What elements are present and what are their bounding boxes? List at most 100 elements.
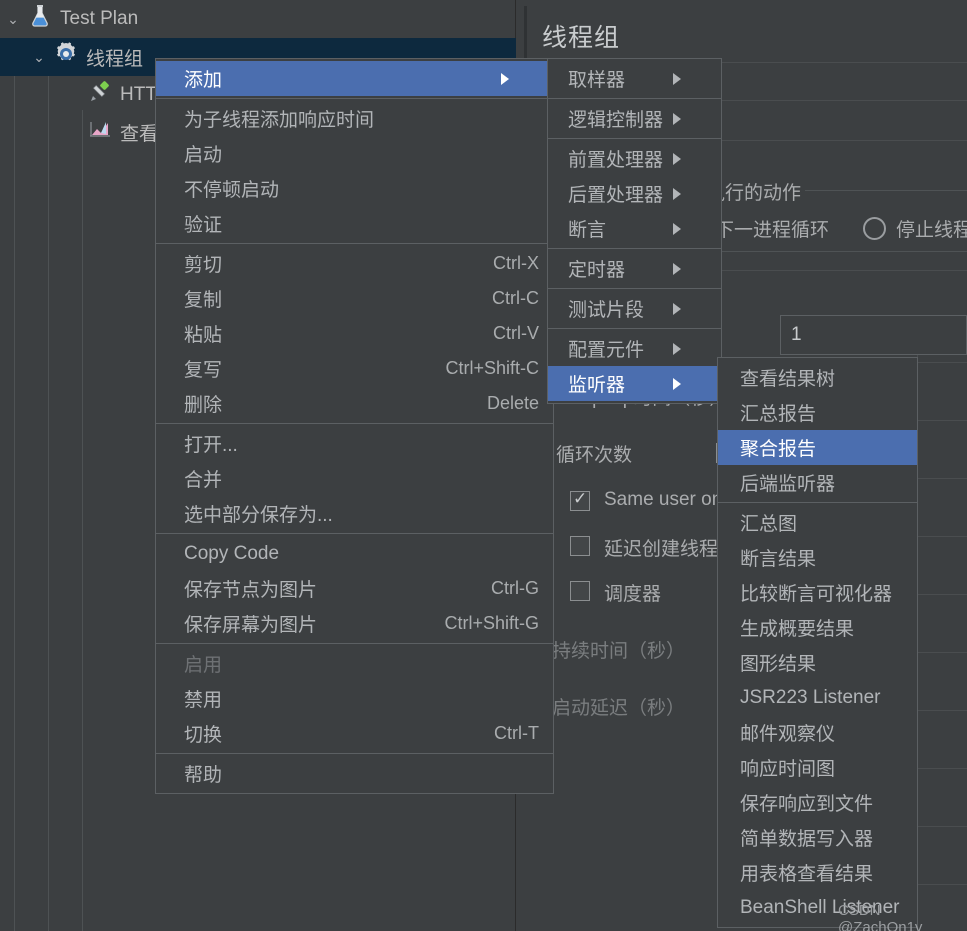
context-menu-thread-group[interactable]: 添加 为子线程添加响应时间 启动 不停顿启动 验证 剪切 Ctrl-X 复制 Ctrl-C 粘贴 C… [155,58,554,794]
menu-item-item[interactable]: 添加 [156,61,553,96]
menu-item-item[interactable]: 为子线程添加响应时间 [156,101,553,136]
flask-icon [26,4,54,34]
tree-guide-line [82,110,83,931]
menu-item-shortcut: Ctrl-T [494,723,539,743]
submenu-listener-item-item[interactable]: 保存响应到文件 [718,785,917,820]
submenu-add-item-item[interactable]: 断言 [548,211,721,246]
submenu-listener-item-item[interactable]: 用表格查看结果 [718,855,917,890]
menu-item-item[interactable]: 保存屏幕为图片 Ctrl+Shift-G [156,606,553,641]
tree-node-label: Test Plan [60,8,139,29]
menu-item-label: 保存节点为图片 [184,580,318,601]
loop-count-input[interactable]: 1 [780,315,967,355]
menu-item-shortcut: Ctrl+Shift-G [444,613,539,633]
menu-item-label: 复写 [184,360,223,381]
menu-item-item[interactable]: 保存节点为图片 Ctrl-G [156,571,553,606]
radio-stop-thread[interactable] [863,217,886,240]
menu-separator [156,423,553,424]
submenu-add-item-item[interactable]: 测试片段 [548,291,721,326]
menu-item-label: 响应时间图 [740,759,836,780]
menu-item-copy-code[interactable]: Copy Code [156,536,553,571]
submenu-add-item-item[interactable]: 定时器 [548,251,721,286]
tree-node-test-plan[interactable]: ⌄ Test Plan [0,0,515,38]
submenu-add-item-item[interactable]: 逻辑控制器 [548,101,721,136]
menu-item-item[interactable]: 切换 Ctrl-T [156,716,553,751]
submenu-listener-item-item[interactable]: 简单数据写入器 [718,820,917,855]
menu-item-item[interactable]: 复写 Ctrl+Shift-C [156,351,553,386]
submenu-listener-item-item[interactable]: 汇总报告 [718,395,917,430]
menu-item-item[interactable]: 选中部分保存为... [156,496,553,531]
menu-item-label: 聚合报告 [740,439,817,460]
menu-item-item[interactable]: 验证 [156,206,553,241]
menu-separator [156,643,553,644]
menu-item-label: 保存屏幕为图片 [184,615,318,636]
menu-item-item[interactable]: 剪切 Ctrl-X [156,246,553,281]
menu-item-label: 断言 [568,220,607,241]
submenu-listener-item-item[interactable]: 图形结果 [718,645,917,680]
app-window: ⌄ Test Plan ⌄ 线程组 HTTP 查看 线程组 执行的动作 动下一进… [0,0,967,931]
submenu-listener-item-item[interactable]: 比较断言可视化器 [718,575,917,610]
menu-item-label: 后端监听器 [740,474,836,495]
panel-divider [918,768,967,769]
panel-divider [918,362,967,363]
menu-item-item[interactable]: 打开... [156,426,553,461]
menu-separator [548,328,721,329]
submenu-add[interactable]: 取样器逻辑控制器前置处理器后置处理器断言定时器测试片段配置元件监听器 [547,58,722,404]
menu-item-label: 粘贴 [184,325,223,346]
menu-item-label: 合并 [184,470,223,491]
page-title: 线程组 [542,24,621,52]
submenu-add-item-item[interactable]: 配置元件 [548,331,721,366]
menu-item-label: 监听器 [568,375,626,396]
menu-item-label: 前置处理器 [568,150,664,171]
menu-item-label: 图形结果 [740,654,817,675]
menu-item-item[interactable]: 启动 [156,136,553,171]
chevron-down-icon[interactable]: ⌄ [26,49,52,66]
chevron-right-icon [673,72,711,85]
menu-item-label: 为子线程添加响应时间 [184,110,375,131]
submenu-add-item-item[interactable]: 后置处理器 [548,176,721,211]
menu-item-label: 断言结果 [740,549,817,570]
menu-item-label: 比较断言可视化器 [740,584,893,605]
startup-delay-label: 启动延迟（秒） [552,698,686,719]
same-user-label: Same user on [604,489,723,510]
menu-item-item[interactable]: 禁用 [156,681,553,716]
submenu-listener-item-jsr223-listener[interactable]: JSR223 Listener [718,680,917,715]
menu-item-item[interactable]: 帮助 [156,756,553,791]
submenu-listener-item-item[interactable]: 邮件观察仪 [718,715,917,750]
scheduler-checkbox[interactable] [570,581,590,601]
submenu-listener-item-item[interactable]: 断言结果 [718,540,917,575]
menu-item-label: 查看结果树 [740,369,836,390]
tree-guide-line [48,76,49,931]
submenu-listener-item-item[interactable]: 响应时间图 [718,750,917,785]
submenu-listener-item-item[interactable]: 汇总图 [718,505,917,540]
menu-item-item[interactable]: 粘贴 Ctrl-V [156,316,553,351]
menu-item-item[interactable]: 合并 [156,461,553,496]
submenu-add-item-item[interactable]: 前置处理器 [548,141,721,176]
menu-item-item[interactable]: 复制 Ctrl-C [156,281,553,316]
menu-item-label: 删除 [184,395,223,416]
submenu-listener-item-item[interactable]: 后端监听器 [718,465,917,500]
submenu-listener-item-item[interactable]: 生成概要结果 [718,610,917,645]
menu-item-label: 验证 [184,215,223,236]
submenu-add-item-item[interactable]: 取样器 [548,61,721,96]
menu-item-label: 启动 [184,145,223,166]
menu-item-shortcut: Ctrl-G [491,578,539,598]
menu-item-label: 添加 [184,70,223,91]
menu-item-item[interactable]: 不停顿启动 [156,171,553,206]
menu-item-label: 保存响应到文件 [740,794,874,815]
menu-item-label: 选中部分保存为... [184,505,333,526]
menu-item-label: 邮件观察仪 [740,724,836,745]
submenu-listener-item-item[interactable]: 聚合报告 [718,430,917,465]
menu-item-label: 剪切 [184,255,223,276]
delay-create-checkbox[interactable] [570,536,590,556]
submenu-listener-item-item[interactable]: 查看结果树 [718,360,917,395]
menu-item-item[interactable]: 删除 Delete [156,386,553,421]
menu-item-shortcut: Ctrl+Shift-C [445,358,539,378]
chevron-down-icon[interactable]: ⌄ [0,11,26,28]
same-user-checkbox[interactable] [570,489,590,511]
menu-item-label: 切换 [184,725,223,746]
menu-item-label: 复制 [184,290,223,311]
submenu-listener[interactable]: 查看结果树汇总报告聚合报告后端监听器汇总图断言结果比较断言可视化器生成概要结果图… [717,357,918,928]
submenu-add-item-item[interactable]: 监听器 [548,366,721,401]
gear-icon [52,41,80,73]
chevron-right-icon [673,152,711,165]
